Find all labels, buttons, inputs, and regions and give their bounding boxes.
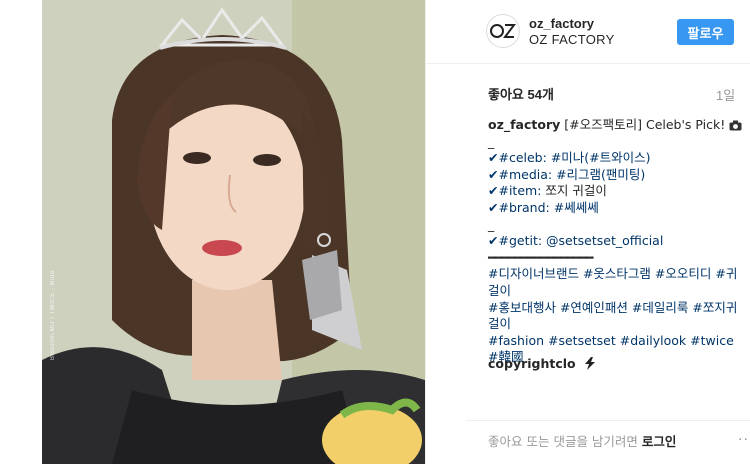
caption-hashtags-1[interactable]: #디자이너브랜드 #옷스타그램 #오오티디 #귀걸이 [488, 266, 738, 299]
post-caption: oz_factory [#오즈팩토리] Celeb's Pick! _ ✔#ce… [488, 117, 742, 366]
photo-watermark: Blossom.Miz / TWICE - Mina [50, 270, 56, 360]
caption-intro: [#오즈팩토리] Celeb's Pick! [564, 117, 726, 132]
caption-author[interactable]: oz_factory [488, 117, 560, 132]
lightning-icon [585, 357, 596, 370]
comment: copyrightclo [488, 356, 596, 371]
caption-rule: ━━━━━━━━━━━━━━━━ [488, 249, 593, 265]
camera-icon [729, 120, 742, 131]
caption-media: ✔#media: #리그램(팬미팅) [488, 167, 738, 184]
avatar[interactable] [486, 14, 520, 48]
celeb-value[interactable]: #미나(#트와이스) [551, 150, 651, 165]
media-value[interactable]: #리그램(팬미팅) [556, 167, 645, 182]
login-prompt: 좋아요 또는 댓글을 남기려면 로그인 [488, 431, 676, 450]
caption-item: ✔#item: 쪼지 귀걸이 [488, 183, 738, 200]
post-side-panel: oz_factory OZ FACTORY 팔로우 좋아요 54개 1일 oz_… [425, 0, 750, 464]
left-gutter [0, 0, 42, 464]
login-link[interactable]: 로그인 [642, 434, 677, 449]
more-options-button[interactable]: ... [738, 427, 750, 445]
photo-illustration [42, 0, 425, 464]
comment-footer: 좋아요 또는 댓글을 남기려면 로그인 ... [466, 420, 750, 464]
brand-tag[interactable]: ✔#brand: [488, 200, 550, 215]
login-prompt-text: 좋아요 또는 댓글을 남기려면 [488, 434, 638, 449]
caption-dash-2: _ [488, 216, 495, 232]
caption-getit: ✔#getit: @setsetset_official [488, 233, 738, 250]
getit-tag[interactable]: ✔#getit: [488, 233, 542, 248]
celeb-tag[interactable]: ✔#celeb: [488, 150, 547, 165]
brand-value[interactable]: #쎄쎄쎄 [554, 200, 599, 215]
caption-celeb: ✔#celeb: #미나(#트와이스) [488, 150, 738, 167]
oz-logo-icon [490, 24, 516, 38]
post-header: oz_factory OZ FACTORY 팔로우 [426, 0, 750, 64]
media-tag[interactable]: ✔#media: [488, 167, 552, 182]
item-value: 쪼지 귀걸이 [545, 183, 607, 199]
caption-hashtags-2[interactable]: #홍보대행사 #연예인패션 #데일리룩 #쪼지귀걸이 [488, 300, 738, 333]
comment-username[interactable]: copyrightclo [488, 356, 576, 371]
header-username[interactable]: oz_factory [529, 16, 594, 31]
likes-count[interactable]: 좋아요 54개 [488, 84, 554, 103]
getit-value[interactable]: @setsetset_official [546, 233, 663, 248]
item-tag[interactable]: ✔#item: [488, 183, 541, 198]
header-fullname: OZ FACTORY [529, 32, 615, 47]
follow-button[interactable]: 팔로우 [677, 19, 734, 45]
caption-brand: ✔#brand: #쎄쎄쎄 [488, 200, 738, 217]
caption-line-1: oz_factory [#오즈팩토리] Celeb's Pick! [488, 117, 742, 134]
caption-dash-1: _ [488, 133, 495, 149]
post-photo[interactable]: Blossom.Miz / TWICE - Mina [42, 0, 425, 464]
post-time[interactable]: 1일 [716, 85, 735, 104]
